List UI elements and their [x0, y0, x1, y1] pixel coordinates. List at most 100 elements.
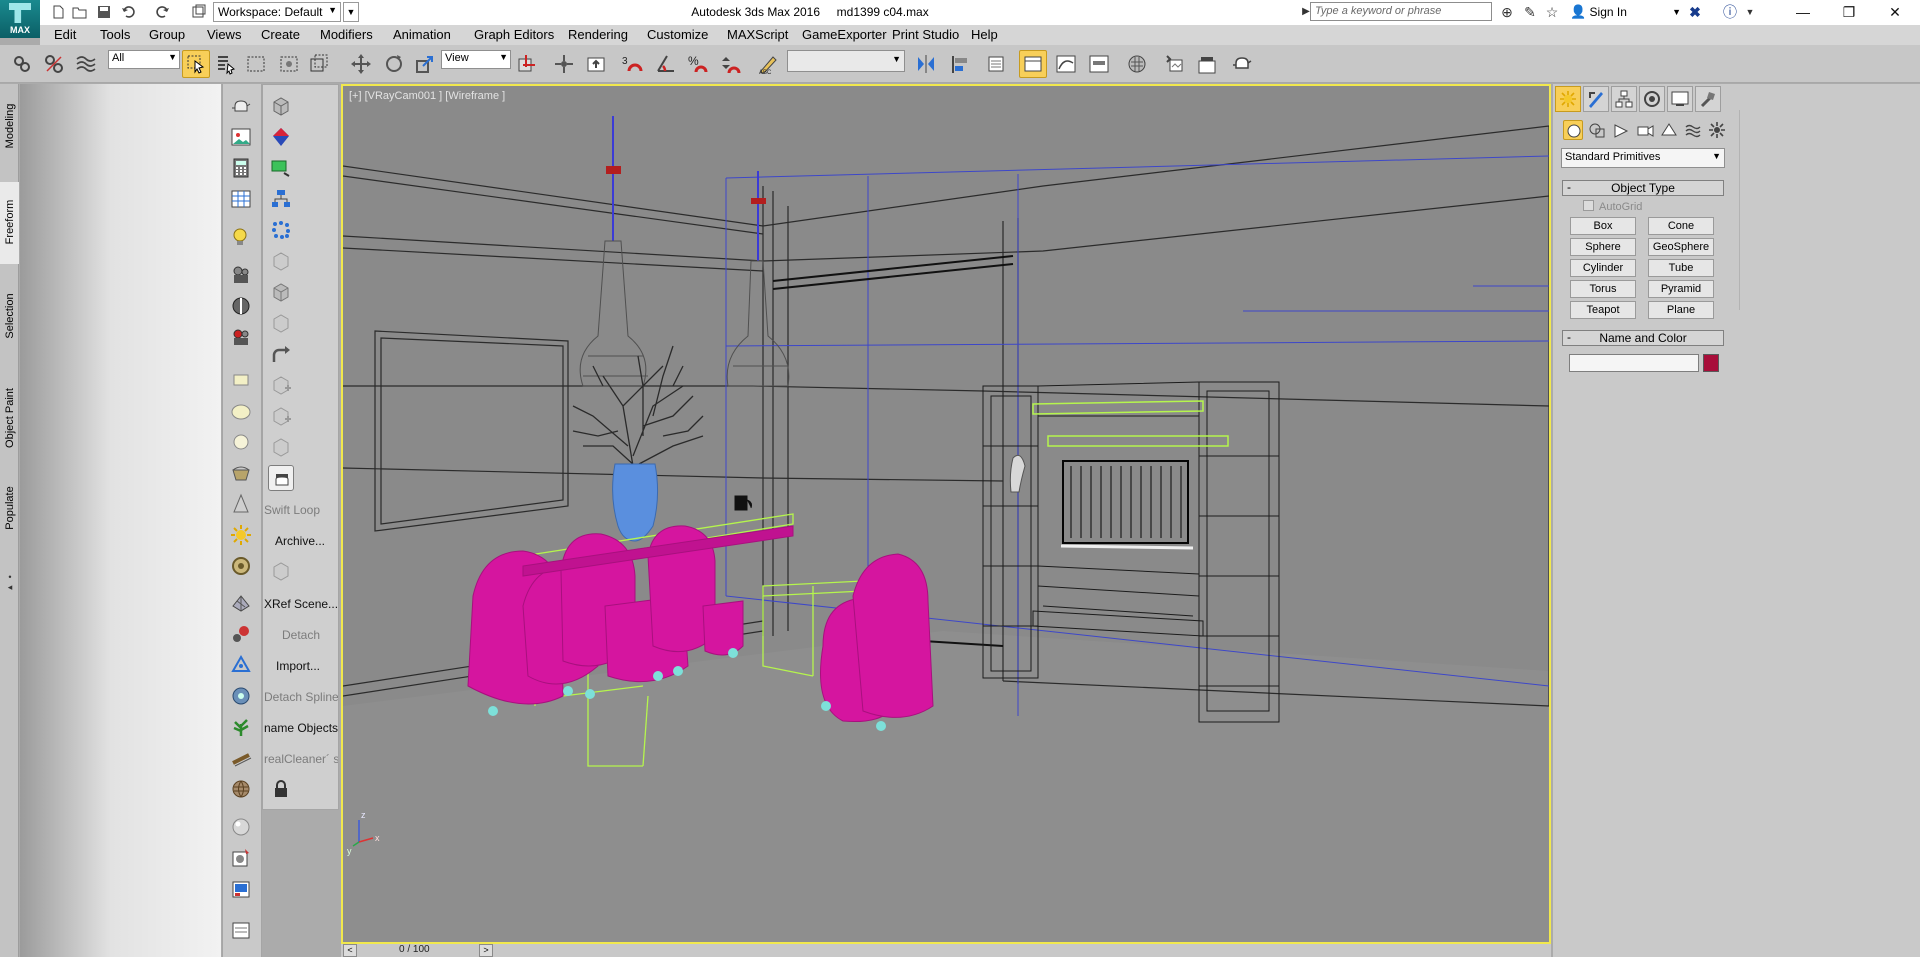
render-production-teapot-icon[interactable]	[1228, 50, 1256, 78]
menu-print-studio[interactable]: Print Studio	[892, 25, 959, 45]
select-and-manipulate-icon[interactable]	[550, 50, 578, 78]
render-frame-icon[interactable]	[228, 876, 254, 902]
named-selection-sets-dropdown[interactable]: ▼	[787, 50, 905, 72]
green-light-icon[interactable]	[268, 155, 294, 181]
rectangular-selection-icon[interactable]	[242, 50, 270, 78]
create-tab[interactable]	[1555, 86, 1581, 112]
scatter-tool-icon[interactable]	[228, 652, 254, 678]
search-input[interactable]: Type a keyword or phrase	[1310, 2, 1492, 21]
network-hierarchy-icon[interactable]	[268, 186, 294, 212]
cube-edit-icon[interactable]	[268, 434, 294, 460]
plane-primitive-icon[interactable]	[228, 367, 254, 393]
snaps-toggle-icon[interactable]: 3	[618, 50, 646, 78]
communication-center-icon[interactable]: ✎	[1520, 2, 1540, 22]
motion-tab[interactable]	[1639, 86, 1665, 112]
project-folder-button[interactable]	[190, 3, 208, 21]
toggle-scene-explorer-icon[interactable]	[983, 50, 1011, 78]
menu-views[interactable]: Views	[207, 25, 241, 45]
utilities-tab[interactable]	[1695, 86, 1721, 112]
globe-map-icon[interactable]	[228, 776, 254, 802]
render-camera-icon[interactable]	[228, 324, 254, 350]
menu-maxscript[interactable]: MAXScript	[727, 25, 788, 45]
schematic-view-icon[interactable]	[1085, 50, 1113, 78]
ribbon-tab-populate[interactable]: Populate	[0, 470, 19, 540]
redo-button[interactable]	[153, 3, 171, 21]
railclone-icon[interactable]	[228, 745, 254, 771]
cube-outline-icon[interactable]	[268, 310, 294, 336]
box-wire-icon[interactable]	[268, 93, 294, 119]
menu-gameexporter[interactable]: GameExporter	[802, 25, 887, 45]
cone-button[interactable]: Cone	[1648, 217, 1714, 235]
disc-primitive-icon[interactable]	[228, 398, 254, 424]
archive-button[interactable]: Archive...	[275, 534, 349, 548]
spreadsheet-icon[interactable]	[228, 186, 254, 212]
mirror-icon[interactable]	[912, 50, 940, 78]
select-and-rotate-icon[interactable]	[380, 50, 408, 78]
light-bulb-icon[interactable]	[228, 224, 254, 250]
selection-filter-dropdown[interactable]: All ▼	[108, 50, 180, 69]
teapot-button[interactable]: Teapot	[1570, 301, 1636, 319]
sun-light-icon[interactable]	[228, 522, 254, 548]
time-slider-next-button[interactable]: >	[479, 944, 493, 957]
molecule-icon[interactable]	[228, 621, 254, 647]
gem-material-icon[interactable]	[268, 124, 294, 150]
menu-group[interactable]: Group	[149, 25, 185, 45]
menu-edit[interactable]: Edit	[54, 25, 76, 45]
rendered-frame-window-icon[interactable]	[1193, 50, 1221, 78]
menu-modifiers[interactable]: Modifiers	[320, 25, 373, 45]
space-warps-category-icon[interactable]	[1683, 120, 1703, 140]
time-slider-prev-button[interactable]: <	[343, 944, 357, 957]
teapot-render-icon[interactable]	[268, 465, 294, 491]
redirect-arrow-icon[interactable]	[268, 341, 294, 367]
cube-disabled-icon[interactable]	[268, 248, 294, 274]
percent-snap-toggle-icon[interactable]: %	[684, 50, 712, 78]
cube-disabled-icon[interactable]	[268, 558, 294, 584]
sign-in-button[interactable]: 👤 Sign In ▼	[1570, 2, 1685, 22]
render-to-texture-icon[interactable]	[228, 845, 254, 871]
calculator-icon[interactable]	[228, 155, 254, 181]
ribbon-tab-freeform[interactable]: Freeform	[0, 182, 19, 264]
sphere-button[interactable]: Sphere	[1570, 238, 1636, 256]
cube-split-icon[interactable]	[268, 279, 294, 305]
object-name-field[interactable]	[1569, 354, 1699, 372]
favorites-star-icon[interactable]: ☆	[1542, 2, 1562, 22]
material-editor-icon[interactable]	[1123, 50, 1151, 78]
xref-scene-button[interactable]: XRef Scene...	[264, 597, 338, 611]
circle-primitive-icon[interactable]	[228, 429, 254, 455]
menu-create[interactable]: Create	[261, 25, 300, 45]
modify-tab[interactable]	[1583, 86, 1609, 112]
workspace-dropdown[interactable]: Workspace: Default ▼	[213, 2, 341, 22]
binoculars-icon[interactable]: ⊕	[1497, 2, 1517, 22]
sphere-gizmo-icon[interactable]	[228, 814, 254, 840]
app-menu-button[interactable]: MAX	[0, 0, 40, 38]
restore-button[interactable]: ❐	[1826, 0, 1872, 25]
save-file-button[interactable]	[95, 3, 113, 21]
cube-add-icon[interactable]	[268, 372, 294, 398]
ribbon-tab-object-paint[interactable]: Object Paint	[0, 372, 19, 462]
window-crossing-icon[interactable]	[275, 50, 303, 78]
pivot-center-icon[interactable]	[513, 50, 541, 78]
select-object-icon[interactable]	[182, 50, 210, 78]
primitive-type-dropdown[interactable]: Standard Primitives ▼	[1561, 148, 1725, 168]
object-color-swatch[interactable]	[1703, 354, 1719, 372]
reference-coordinate-dropdown[interactable]: View ▼	[441, 50, 511, 69]
detach-spline-button[interactable]: Detach Spline	[264, 690, 338, 704]
undo-button[interactable]	[120, 3, 138, 21]
spinner-snap-toggle-icon[interactable]	[716, 50, 744, 78]
keyboard-shortcut-override-icon[interactable]	[582, 50, 610, 78]
toggle-layer-explorer-icon[interactable]	[1019, 50, 1047, 78]
menu-rendering[interactable]: Rendering	[568, 25, 628, 45]
systems-category-icon[interactable]	[1707, 120, 1727, 140]
quick-access-dropdown[interactable]: ▼	[343, 2, 359, 22]
cube-plus-icon[interactable]	[268, 403, 294, 429]
angle-snap-toggle-icon[interactable]	[652, 50, 680, 78]
name-and-color-rollout[interactable]: - Name and Color	[1562, 330, 1724, 346]
geosphere-button[interactable]: GeoSphere	[1648, 238, 1714, 256]
viewport-perspective[interactable]: [+] [VRayCam001 ] [Wireframe ] z x y	[341, 84, 1551, 944]
swift-loop-button[interactable]: Swift Loop	[264, 503, 338, 517]
menu-graph-editors[interactable]: Graph Editors	[474, 25, 554, 45]
geometry-category-icon[interactable]	[1563, 120, 1583, 140]
align-icon[interactable]	[946, 50, 974, 78]
select-and-link-icon[interactable]	[8, 50, 36, 78]
select-by-name-icon[interactable]	[212, 50, 240, 78]
